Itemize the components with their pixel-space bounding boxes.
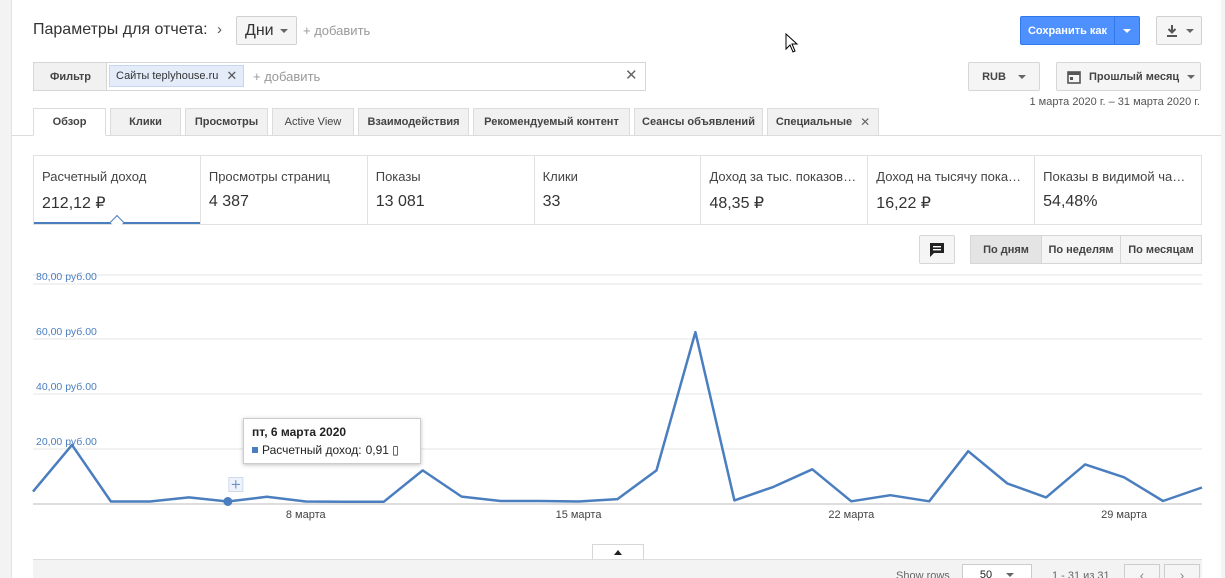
rows-per-page-select[interactable]: 50 xyxy=(962,564,1032,578)
view-by-weeks-button[interactable]: По неделям xyxy=(1041,235,1121,264)
close-tab-icon[interactable]: ✕ xyxy=(860,115,870,129)
caret-down-icon xyxy=(1123,28,1131,33)
view-by-days-button[interactable]: По дням xyxy=(970,235,1042,264)
caret-down-icon xyxy=(1185,28,1194,33)
metric-value: 13 081 xyxy=(375,193,425,210)
series-line-estimated-earnings xyxy=(32,330,1203,504)
annotations-button[interactable] xyxy=(919,235,955,264)
tab-active-view[interactable]: Active View xyxy=(272,108,354,136)
tab-views[interactable]: Просмотры xyxy=(185,108,268,136)
comment-icon xyxy=(930,242,944,257)
metrics-scorecard: Расчетный доход 212,12 ₽ Просмотры стран… xyxy=(33,155,1202,225)
metric-value: 54,48% xyxy=(1043,193,1098,210)
metric-label: Показы xyxy=(375,169,421,184)
download-icon xyxy=(1166,24,1177,37)
tooltip-label: Расчетный доход: xyxy=(262,443,362,457)
filter-chip-label: Сайты teplyhouse.ru xyxy=(116,70,219,82)
report-page: Параметры для отчета: › Дни + добавить С… xyxy=(0,0,1225,578)
chevron-right-icon: › xyxy=(217,21,222,38)
metric-label: Просмотры страниц xyxy=(208,169,330,184)
y-tick-label: 20,00 руб.00 xyxy=(36,436,97,448)
clear-filter-icon[interactable]: ✕ xyxy=(625,66,638,84)
x-tick-label: 22 марта xyxy=(828,509,875,521)
save-as-button[interactable]: Сохранить как xyxy=(1020,16,1115,45)
granularity-dropdown[interactable]: Дни xyxy=(236,16,297,45)
granularity-value: Дни xyxy=(245,21,274,39)
next-page-button[interactable]: › xyxy=(1164,564,1200,578)
download-button[interactable] xyxy=(1156,16,1202,45)
tab-custom[interactable]: Специальные ✕ xyxy=(767,108,879,136)
mouse-cursor-icon xyxy=(785,33,799,53)
date-range-text: 1 марта 2020 г. – 31 марта 2020 г. xyxy=(1029,96,1201,108)
caret-down-icon xyxy=(1006,573,1015,577)
earnings-line-chart[interactable]: 80,00 руб.00 60,00 руб.00 40,00 руб.00 20,0… xyxy=(0,270,1225,532)
filter-chip-sites[interactable]: Сайты teplyhouse.ru ✕ xyxy=(109,65,245,87)
remove-filter-icon[interactable]: ✕ xyxy=(226,68,237,84)
x-tick-label: 8 марта xyxy=(286,509,327,521)
currency-dropdown[interactable]: RUB xyxy=(968,62,1040,91)
metric-impressions[interactable]: Показы 13 081 xyxy=(368,156,535,224)
tab-overview[interactable]: Обзор xyxy=(33,108,106,136)
chart-tooltip: пт, 6 марта 2020 Расчетный доход: 0,91 ▯ xyxy=(243,418,421,464)
collapse-chart-button[interactable] xyxy=(592,544,644,560)
caret-up-icon xyxy=(614,550,622,555)
tab-recommended-content[interactable]: Рекомендуемый контент xyxy=(473,108,630,136)
metric-impression-rpm[interactable]: Доход за тыс. показов… 48,35 ₽ xyxy=(701,156,869,224)
metric-estimated-earnings[interactable]: Расчетный доход 212,12 ₽ xyxy=(34,156,201,224)
filter-add-placeholder[interactable]: + добавить xyxy=(253,69,320,84)
tab-clicks[interactable]: Клики xyxy=(110,108,181,136)
caret-down-icon xyxy=(1187,74,1196,79)
caret-down-icon xyxy=(1017,74,1026,79)
period-dropdown[interactable]: Прошлый месяц xyxy=(1056,62,1201,91)
view-by-months-button[interactable]: По месяцам xyxy=(1120,235,1202,264)
metric-label: Расчетный доход xyxy=(42,169,147,184)
calendar-icon xyxy=(1067,70,1081,84)
y-tick-label: 60,00 руб.00 xyxy=(36,326,97,338)
show-rows-label: Show rows xyxy=(896,570,950,578)
metric-label: Показы в видимой ча… xyxy=(1043,169,1186,184)
metric-value: 48,35 ₽ xyxy=(709,195,765,212)
metric-viewability[interactable]: Показы в видимой ча… 54,48% xyxy=(1035,156,1201,224)
metric-label: Доход на тысячу пока… xyxy=(876,169,1022,184)
metric-value: 4 387 xyxy=(208,193,249,210)
plus-icon: + xyxy=(230,477,241,492)
metric-clicks[interactable]: Клики 33 xyxy=(535,156,702,224)
metric-value: 212,12 ₽ xyxy=(42,195,106,212)
caret-down-icon xyxy=(279,28,288,33)
tab-custom-label: Специальные xyxy=(775,116,853,128)
y-tick-label: 80,00 руб.00 xyxy=(36,271,97,283)
x-tick-label: 29 марта xyxy=(1101,509,1148,521)
tab-interactions[interactable]: Взаимодействия xyxy=(358,108,469,136)
metric-page-views[interactable]: Просмотры страниц 4 387 xyxy=(201,156,368,224)
currency-value: RUB xyxy=(982,70,1006,83)
tooltip-value: 0,91 ▯ xyxy=(365,443,399,457)
y-tick-label: 40,00 руб.00 xyxy=(36,381,97,393)
metric-page-rpm[interactable]: Доход на тысячу пока… 16,22 ₽ xyxy=(868,156,1036,224)
chevron-right-icon: › xyxy=(1179,567,1185,578)
metric-label: Доход за тыс. показов… xyxy=(709,169,857,184)
series-swatch xyxy=(252,447,258,453)
metric-label: Клики xyxy=(542,169,578,184)
x-tick-label: 15 марта xyxy=(556,509,603,521)
report-params-label: Параметры для отчета: xyxy=(33,21,208,38)
prev-page-button[interactable]: ‹ xyxy=(1124,564,1160,578)
rows-per-page-value: 50 xyxy=(979,569,993,578)
tab-ad-sessions[interactable]: Сеансы объявлений xyxy=(634,108,763,136)
tooltip-title: пт, 6 марта 2020 xyxy=(252,425,347,439)
highlighted-data-point xyxy=(223,496,233,506)
metric-value: 16,22 ₽ xyxy=(876,195,931,212)
save-as-dropdown[interactable] xyxy=(1114,16,1140,45)
period-value: Прошлый месяц xyxy=(1089,70,1180,83)
filter-button[interactable]: Фильтр xyxy=(33,62,107,91)
chevron-left-icon: ‹ xyxy=(1139,567,1145,578)
tooltip-row: Расчетный доход: 0,91 ▯ xyxy=(252,443,412,457)
pagination-text: 1 - 31 из 31 xyxy=(1052,570,1110,578)
add-dimension-link[interactable]: + добавить xyxy=(303,23,370,38)
metric-value: 33 xyxy=(542,193,561,210)
